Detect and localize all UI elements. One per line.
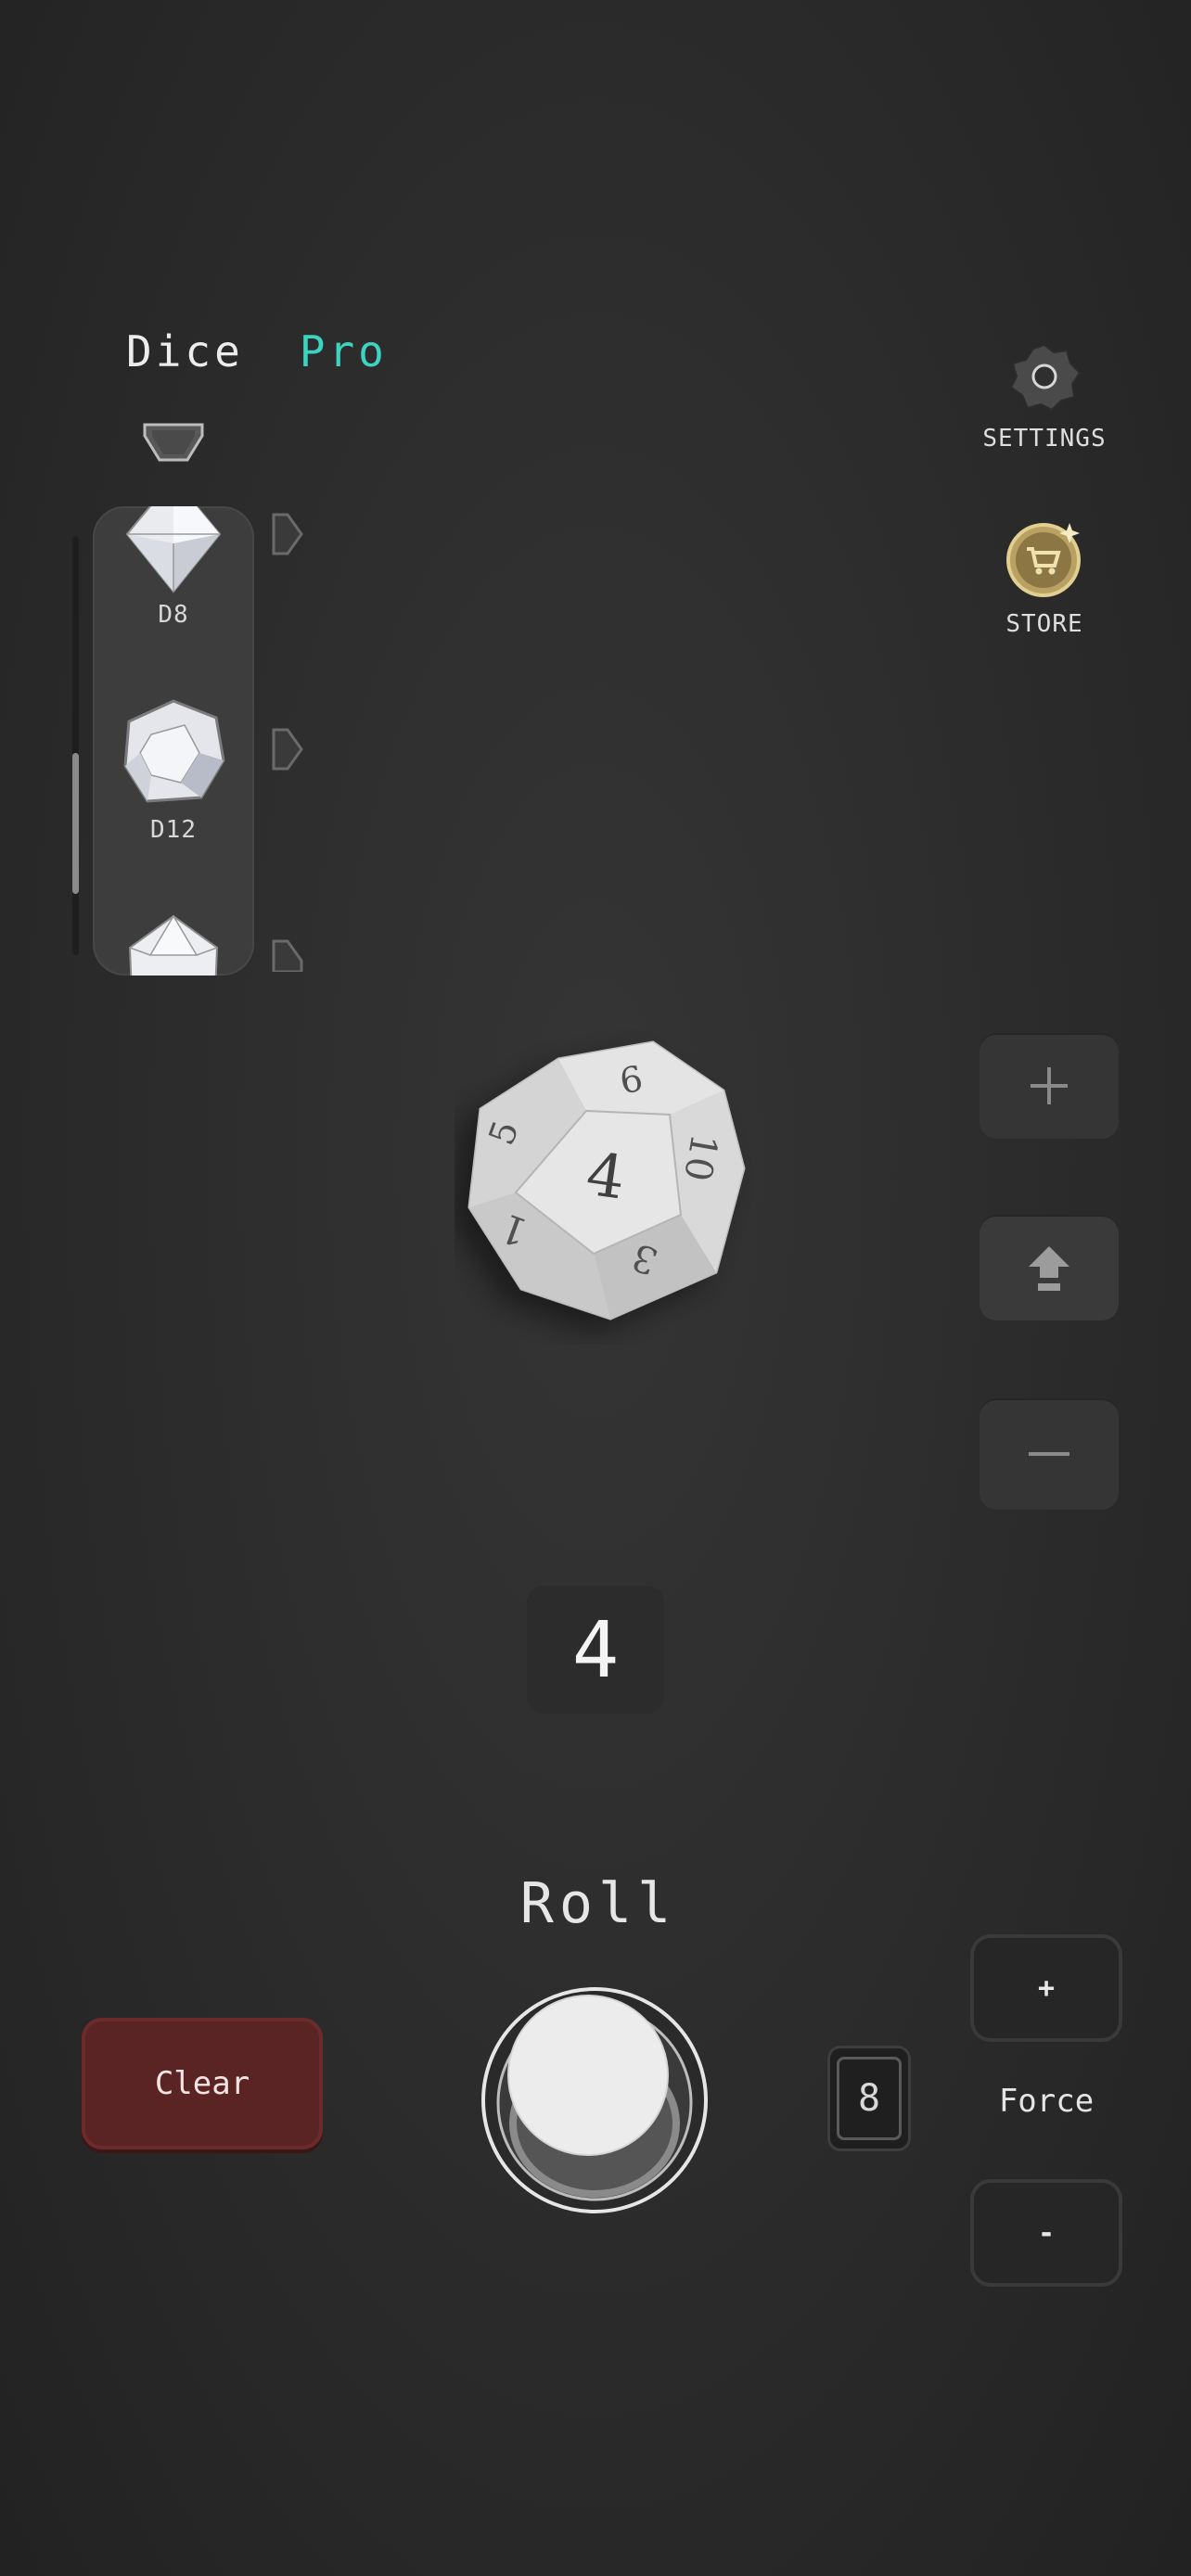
dice-count-value: 8 [837, 2057, 902, 2140]
tab-arrow-icon [272, 939, 303, 974]
store-label: STORE [1005, 610, 1083, 638]
dice-list-scroll-thumb[interactable] [72, 753, 79, 894]
app-title-word-dice: Dice [126, 326, 244, 376]
dice-item-d8-select-tab[interactable] [271, 512, 304, 556]
add-die-button[interactable] [980, 1033, 1119, 1139]
app-title-word-pro: Pro [299, 326, 388, 376]
collapse-dice-list-button[interactable] [141, 419, 206, 465]
dice-item-label: D8 [158, 601, 189, 629]
main-die-d12[interactable]: 4 9 10 3 1 5 [455, 1029, 770, 1345]
die-face-label: 10 [675, 1130, 725, 1184]
force-label: Force [998, 2083, 1095, 2120]
dice-count-display: 8 [827, 2046, 911, 2151]
clear-button[interactable]: Clear [82, 2018, 323, 2149]
throw-up-button[interactable] [980, 1215, 1119, 1320]
shopping-cart-icon [1006, 523, 1081, 597]
force-decrease-button[interactable]: - [970, 2179, 1122, 2287]
app-title: Dice Pro [126, 326, 388, 376]
d12-die-graphic: 4 9 10 3 1 5 [467, 1040, 746, 1320]
settings-button[interactable]: SETTINGS [970, 341, 1119, 453]
dice-item-label: D12 [150, 816, 197, 844]
chevron-down-icon [143, 423, 204, 462]
roll-label: Roll [519, 1871, 677, 1936]
arrow-up-icon [1029, 1246, 1069, 1291]
dice-list-panel: D8 D12 [93, 506, 254, 976]
roll-button[interactable] [479, 1984, 711, 2216]
remove-die-button[interactable] [980, 1398, 1119, 1510]
plus-icon [1031, 1067, 1068, 1104]
minus-icon [1029, 1452, 1069, 1456]
d12-icon [123, 699, 225, 803]
gear-icon [1009, 343, 1082, 412]
store-button[interactable]: STORE [970, 517, 1119, 638]
tab-arrow-icon [272, 513, 303, 555]
d8-icon [125, 506, 222, 593]
force-increase-button[interactable]: + [970, 1934, 1122, 2042]
dice-item-d20-select-tab[interactable] [271, 938, 304, 983]
dice-item-d20[interactable] [93, 911, 254, 976]
roll-knob-icon [481, 1987, 708, 2213]
dice-item-d12-select-tab[interactable] [271, 727, 304, 772]
tab-arrow-icon [272, 728, 303, 771]
roll-result: 4 [527, 1586, 664, 1714]
dice-item-d8[interactable]: D8 [93, 506, 254, 629]
settings-label: SETTINGS [982, 425, 1107, 453]
dice-item-d12[interactable]: D12 [93, 697, 254, 844]
d20-icon [128, 914, 219, 976]
